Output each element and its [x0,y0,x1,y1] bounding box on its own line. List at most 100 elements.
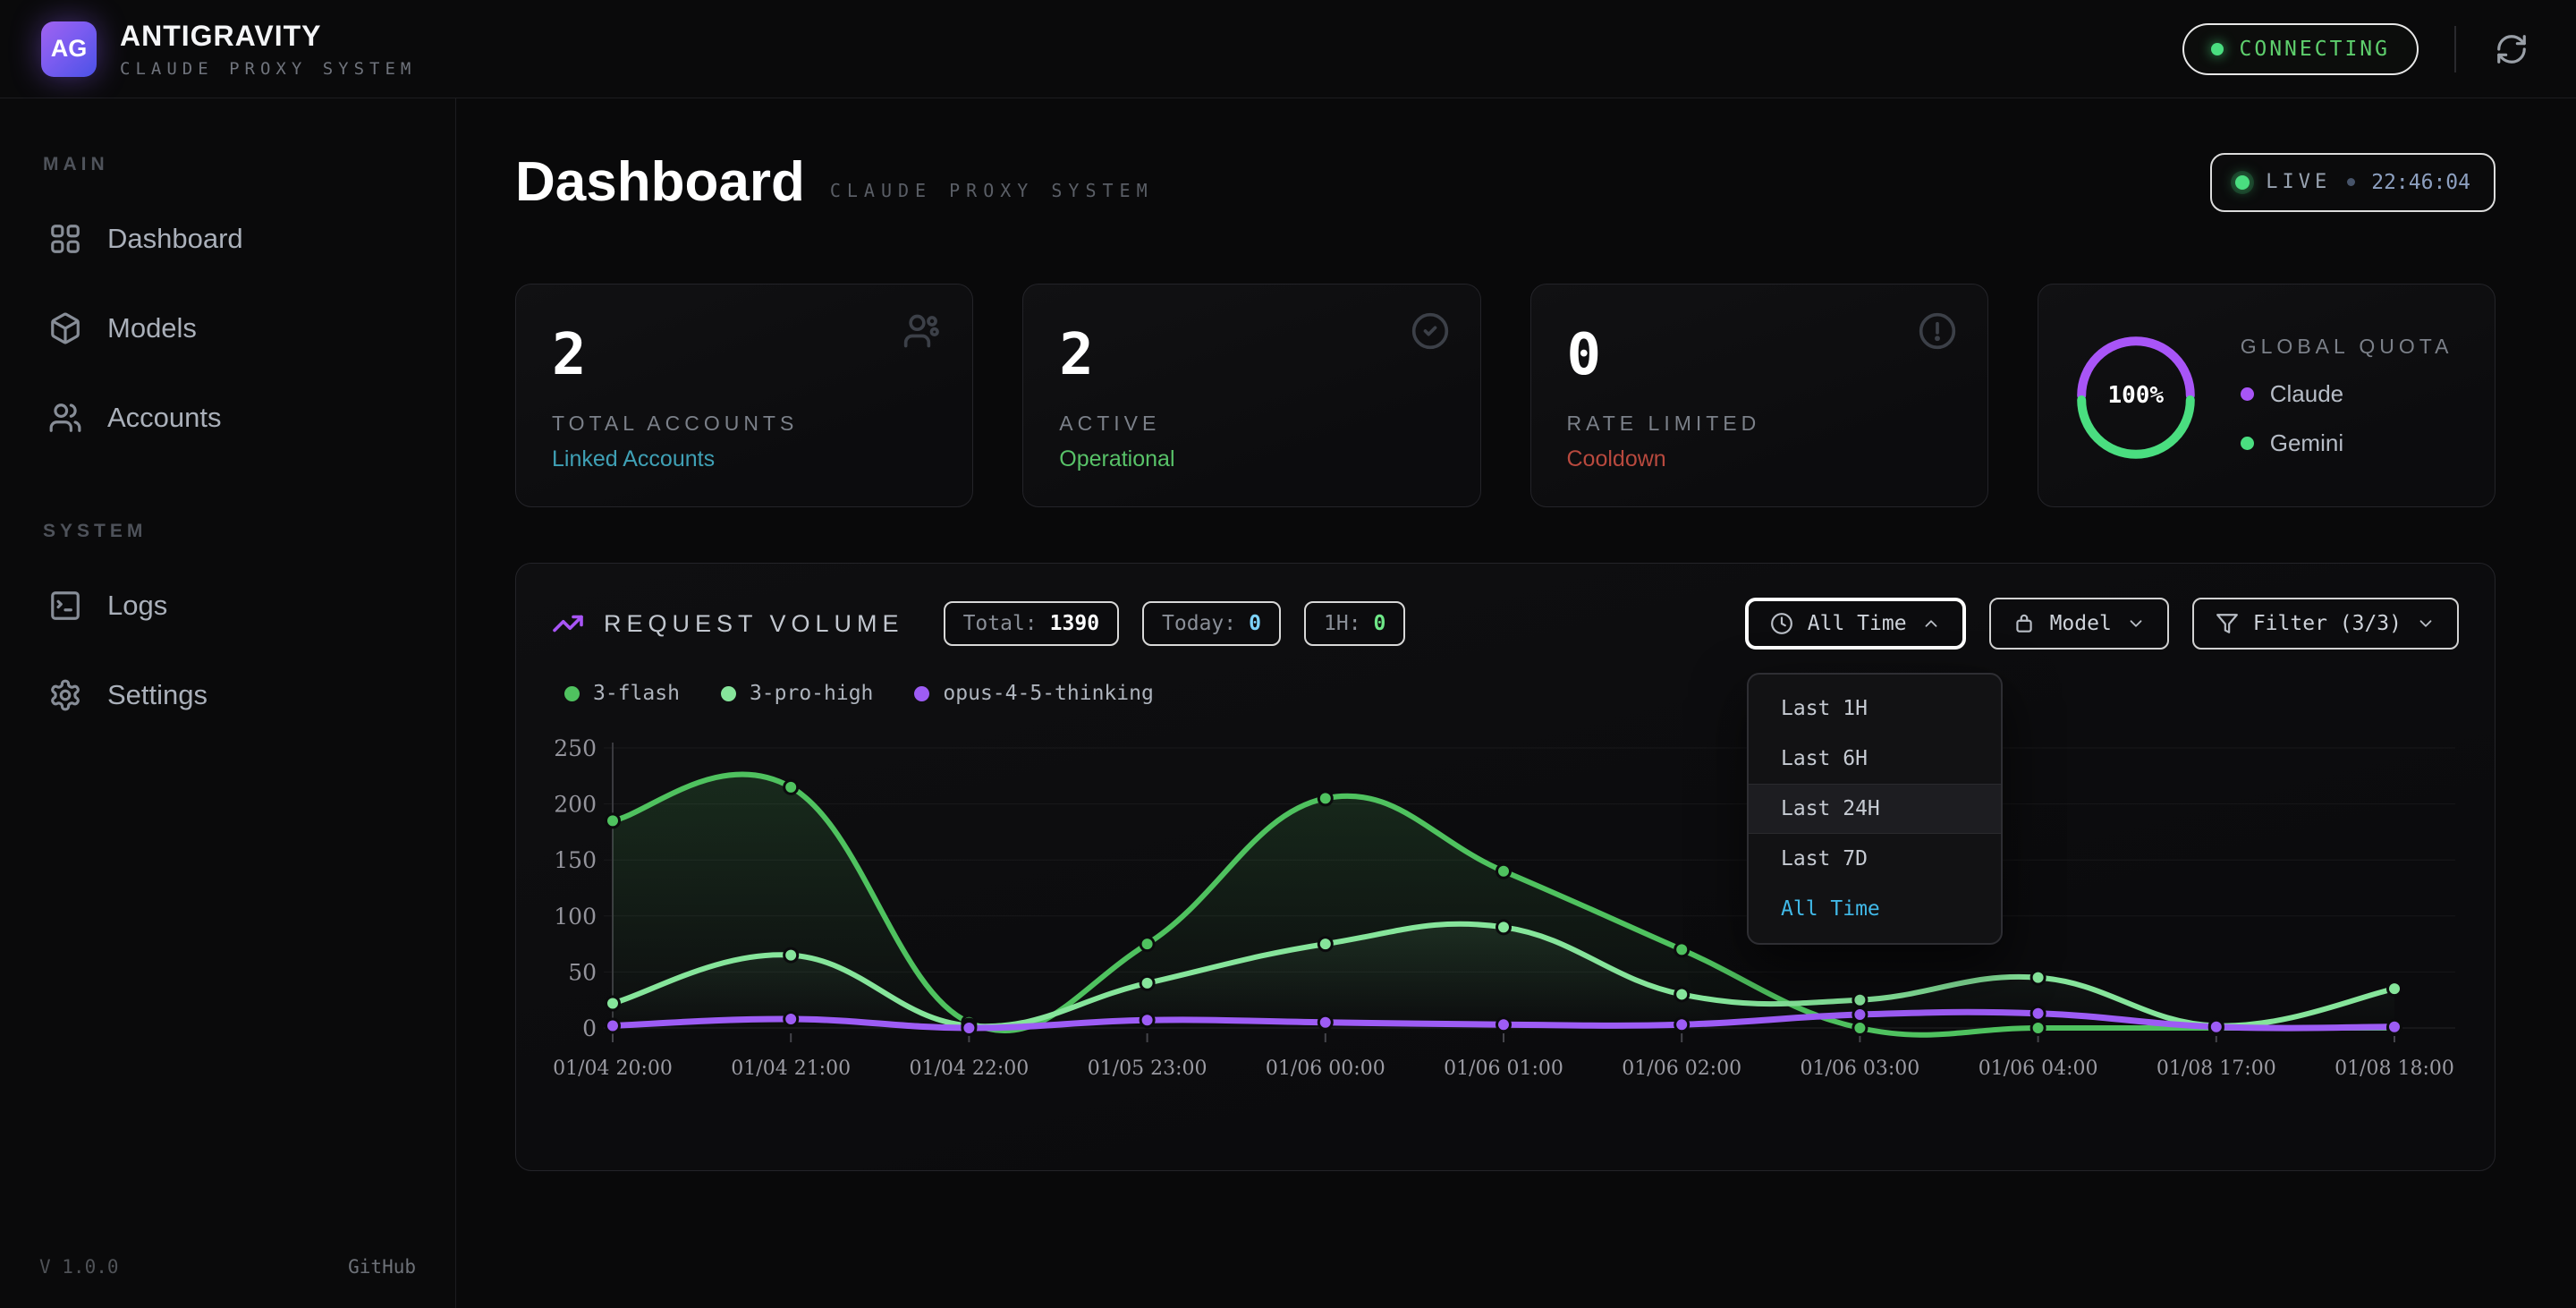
sidebar-footer: V 1.0.0 GitHub [39,1256,416,1278]
sidebar-section-main: MAIN [43,154,419,175]
card-total-accounts: 2 TOTAL ACCOUNTS Linked Accounts [515,284,973,507]
total-accounts-sublabel: Linked Accounts [552,446,936,472]
sidebar-item-accounts[interactable]: Accounts [36,385,419,451]
active-label: ACTIVE [1059,412,1444,436]
sidebar-item-label: Models [107,312,197,344]
connection-status-label: CONNECTING [2240,38,2390,61]
svg-text:0: 0 [582,1015,597,1041]
top-header: AG ANTIGRAVITY CLAUDE PROXY SYSTEM CONNE… [0,0,2576,98]
active-value: 2 [1059,322,1444,388]
grid-icon [48,222,82,256]
legend-dot-icon [564,686,580,701]
stat-cards-row: 2 TOTAL ACCOUNTS Linked Accounts 2 ACTIV… [515,284,2496,507]
rate-limited-label: RATE LIMITED [1567,412,1952,436]
svg-text:01/06 04:00: 01/06 04:00 [1979,1057,2098,1080]
legend-item[interactable]: opus-4-5-thinking [914,682,1153,705]
total-accounts-value: 2 [552,322,936,388]
model-icon [2012,612,2036,635]
svg-text:150: 150 [554,847,597,873]
refresh-button[interactable] [2492,30,2531,69]
sidebar-item-label: Settings [107,679,208,711]
claude-dot-icon [2241,387,2254,401]
github-link[interactable]: GitHub [348,1256,416,1278]
chip-label: 1H: [1324,612,1361,635]
legend-item[interactable]: 3-pro-high [721,682,873,705]
svg-text:01/08 17:00: 01/08 17:00 [2157,1057,2276,1080]
chevron-down-icon [2126,614,2146,633]
provider-claude: Claude [2241,380,2453,408]
sidebar-item-label: Logs [107,590,167,622]
sidebar-item-label: Dashboard [107,223,243,255]
total-accounts-label: TOTAL ACCOUNTS [552,412,936,436]
svg-text:01/04 20:00: 01/04 20:00 [553,1057,673,1080]
chip-today: Today: 0 [1142,601,1281,646]
sidebar-section-system: SYSTEM [43,521,419,542]
quota-percent: 100% [2069,328,2203,463]
chip-value: 1390 [1050,612,1099,635]
sidebar: MAIN Dashboard Models Accounts SYSTEM Lo… [0,98,456,1308]
chevron-up-icon [1921,614,1941,633]
version-label: V 1.0.0 [39,1256,119,1278]
time-range-label: All Time [1808,612,1907,635]
active-sublabel: Operational [1059,446,1444,472]
svg-text:01/08 18:00: 01/08 18:00 [2334,1057,2454,1080]
legend-item[interactable]: 3-flash [564,682,680,705]
menu-item-last-6h[interactable]: Last 6H [1749,734,2001,784]
chip-value: 0 [1249,612,1261,635]
sidebar-item-models[interactable]: Models [36,295,419,361]
trending-up-icon [552,607,584,640]
refresh-icon [2495,32,2529,66]
svg-text:100: 100 [554,904,597,930]
sidebar-item-logs[interactable]: Logs [36,573,419,639]
brand-subtitle: CLAUDE PROXY SYSTEM [120,59,416,79]
funnel-icon [2216,612,2239,635]
status-dot-icon [2211,43,2224,55]
chip-label: Total: [963,612,1038,635]
brand-title: ANTIGRAVITY [120,20,416,53]
gemini-dot-icon [2241,437,2254,450]
gear-icon [48,678,82,712]
clock-icon [1770,612,1793,635]
legend-dot-icon [721,686,736,701]
menu-item-last-7d[interactable]: Last 7D [1749,834,2001,884]
chip-value: 0 [1374,612,1386,635]
card-global-quota: 100% GLOBAL QUOTA Claude Gemini [2038,284,2496,507]
svg-text:01/04 21:00: 01/04 21:00 [731,1057,851,1080]
global-quota-label: GLOBAL QUOTA [2241,335,2453,359]
card-active: 2 ACTIVE Operational [1022,284,1480,507]
live-label: LIVE [2266,171,2331,193]
users-icon [902,311,942,351]
page-title: Dashboard [515,150,805,214]
sidebar-item-settings[interactable]: Settings [36,662,419,728]
model-dropdown-button[interactable]: Model [1989,598,2169,650]
brand-block: ANTIGRAVITY CLAUDE PROXY SYSTEM [120,20,416,79]
legend-label: opus-4-5-thinking [943,682,1153,705]
legend-label: 3-pro-high [750,682,873,705]
menu-item-last-24h[interactable]: Last 24H [1749,784,2001,834]
rate-limited-value: 0 [1567,322,1952,388]
svg-text:200: 200 [554,792,597,818]
menu-item-all-time[interactable]: All Time [1749,884,2001,934]
chevron-down-icon [2416,614,2436,633]
check-circle-icon [1411,311,1450,351]
alert-circle-icon [1918,311,1957,351]
time-range-dropdown-button[interactable]: All Time [1745,598,1966,650]
quota-donut: 100% [2069,328,2203,463]
svg-text:250: 250 [554,735,597,761]
sidebar-item-dashboard[interactable]: Dashboard [36,206,419,272]
chip-1h: 1H: 0 [1304,601,1405,646]
terminal-icon [48,589,82,623]
panel-title: REQUEST VOLUME [604,610,904,638]
legend-label: 3-flash [593,682,680,705]
provider-name: Claude [2270,380,2343,408]
svg-text:01/06 02:00: 01/06 02:00 [1622,1057,1741,1080]
chart-area: 05010015020025001/04 20:0001/04 21:0001/… [552,712,2459,1101]
rate-limited-sublabel: Cooldown [1567,446,1952,472]
separator-dot-icon [2347,178,2355,186]
sidebar-item-label: Accounts [107,402,222,434]
menu-item-last-1h[interactable]: Last 1H [1749,684,2001,734]
svg-text:01/06 00:00: 01/06 00:00 [1266,1057,1385,1080]
filter-dropdown-button[interactable]: Filter (3/3) [2192,598,2459,650]
legend-dot-icon [914,686,929,701]
card-rate-limited: 0 RATE LIMITED Cooldown [1530,284,1988,507]
